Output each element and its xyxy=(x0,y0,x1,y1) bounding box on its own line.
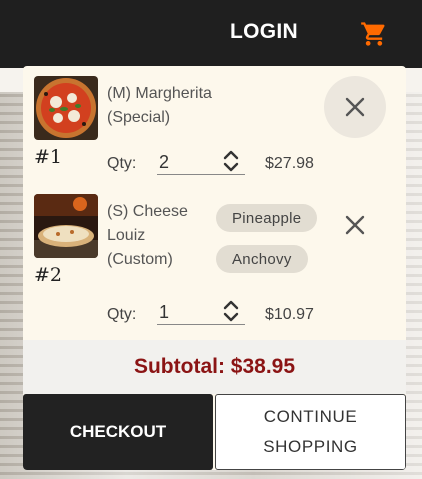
continue-shopping-button[interactable]: CONTINUE SHOPPING xyxy=(215,394,406,470)
subtotal-bar: Subtotal: $38.95 xyxy=(23,340,406,394)
continue-shopping-line: CONTINUE xyxy=(263,407,358,426)
item-name-line: Louiz xyxy=(107,227,146,244)
top-navigation-bar: LOGIN xyxy=(0,0,422,68)
checkout-button[interactable]: CHECKOUT xyxy=(23,394,213,470)
subtotal-text: Subtotal: $38.95 xyxy=(133,355,296,378)
chevron-up-down-icon[interactable] xyxy=(221,147,241,175)
item-name-line: (M) Margherita xyxy=(107,85,212,102)
item-number: #2 xyxy=(34,264,63,286)
item-name-line: (Custom) xyxy=(107,251,173,268)
item-name: (M) Margherita (Special) xyxy=(107,82,212,130)
qty-label: Qty: xyxy=(107,306,137,323)
pizza-thumbnail xyxy=(34,194,98,258)
continue-shopping-line: SHOPPING xyxy=(263,437,358,456)
quantity-stepper[interactable]: 2 xyxy=(157,150,245,175)
shopping-cart-icon[interactable] xyxy=(360,20,388,48)
quantity-value: 1 xyxy=(159,302,170,322)
remove-item-button[interactable] xyxy=(324,76,386,138)
qty-label: Qty: xyxy=(107,155,137,172)
item-number: #1 xyxy=(34,146,63,168)
cart-dropdown-panel: #1 (M) Margherita (Special) Qty: 2 $27.9… xyxy=(23,66,406,470)
quantity-stepper[interactable]: 1 xyxy=(157,300,245,325)
topping-chip: Pineapple xyxy=(216,204,318,232)
quantity-value: 2 xyxy=(159,152,170,172)
pizza-thumbnail xyxy=(34,76,98,140)
item-name: (S) Cheese Louiz (Custom) xyxy=(107,200,188,272)
item-price: $27.98 xyxy=(265,155,314,172)
login-link[interactable]: LOGIN xyxy=(230,20,298,44)
remove-item-button[interactable] xyxy=(324,194,386,256)
item-name-line: (S) Cheese xyxy=(107,203,188,220)
item-price: $10.97 xyxy=(265,306,314,323)
close-icon xyxy=(345,215,365,235)
chevron-up-down-icon[interactable] xyxy=(221,297,241,325)
close-icon xyxy=(345,97,365,117)
item-name-line: (Special) xyxy=(107,109,171,126)
topping-chip: Anchovy xyxy=(216,245,308,273)
